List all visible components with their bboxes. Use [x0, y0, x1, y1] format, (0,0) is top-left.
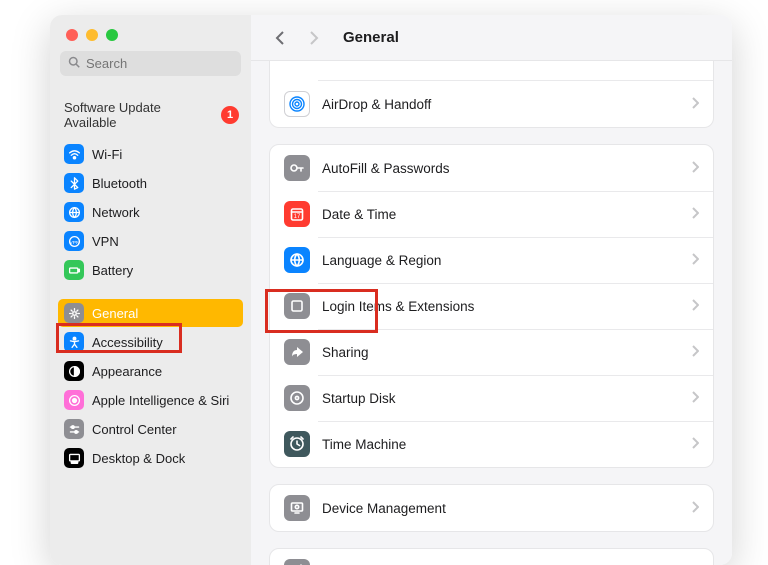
dock-icon [64, 448, 84, 468]
sidebar-item-control-center[interactable]: Control Center [58, 415, 243, 443]
row-device-management[interactable]: Device Management [270, 485, 713, 531]
row-label: Startup Disk [322, 391, 679, 406]
search-input[interactable] [86, 56, 262, 71]
sidebar-item-label: Appearance [92, 364, 162, 379]
sidebar-item-label: Control Center [92, 422, 177, 437]
settings-group: AirDrop & Handoff [269, 61, 714, 128]
row-language-region[interactable]: Language & Region [270, 237, 713, 283]
reset-icon [284, 559, 310, 565]
globe-icon [64, 202, 84, 222]
sidebar-item-appearance[interactable]: Appearance [58, 357, 243, 385]
appearance-icon [64, 361, 84, 381]
search-container [50, 51, 251, 82]
sidebar-item-bluetooth[interactable]: Bluetooth [58, 169, 243, 197]
chevron-right-icon [691, 299, 699, 314]
battery-icon [64, 260, 84, 280]
chevron-right-icon [691, 161, 699, 176]
chevron-right-icon [691, 391, 699, 406]
key-icon [284, 155, 310, 181]
svg-text:17: 17 [294, 214, 301, 220]
row-login-items-extensions[interactable]: Login Items & Extensions [270, 283, 713, 329]
row-time-machine[interactable]: Time Machine [270, 421, 713, 467]
chevron-right-icon [691, 501, 699, 516]
settings-group: Device Management [269, 484, 714, 532]
sidebar: Software Update Available 1 Wi-Fi Bluetoo… [50, 15, 251, 565]
update-badge: 1 [221, 106, 239, 124]
siri-icon [64, 390, 84, 410]
globe-icon [284, 247, 310, 273]
content-area: AirDrop & Handoff AutoFill & Passwords 17 D… [251, 61, 732, 565]
sidebar-item-label: General [92, 306, 138, 321]
row-label: Time Machine [322, 437, 679, 452]
settings-group: Transfer or Reset [269, 548, 714, 565]
row-label: Login Items & Extensions [322, 299, 679, 314]
software-update-label: Software Update Available [64, 100, 215, 130]
sidebar-item-label: Desktop & Dock [92, 451, 185, 466]
airdrop-icon [284, 91, 310, 117]
search-icon [68, 56, 80, 71]
page-title: General [343, 29, 399, 46]
traffic-lights [50, 15, 251, 51]
chevron-right-icon [691, 97, 699, 112]
access-icon [64, 332, 84, 352]
software-update-row[interactable]: Software Update Available 1 [50, 82, 251, 140]
sidebar-item-label: Bluetooth [92, 176, 147, 191]
row-label: Sharing [322, 345, 679, 360]
main-pane: General AirDrop & Handoff AutoFill & Pass… [251, 15, 732, 565]
chevron-right-icon [691, 207, 699, 222]
row-label: AirDrop & Handoff [322, 97, 679, 112]
sidebar-item-label: VPN [92, 234, 119, 249]
close-window-button[interactable] [66, 29, 78, 41]
row-startup-disk[interactable]: Startup Disk [270, 375, 713, 421]
row-label: Language & Region [322, 253, 679, 268]
sidebar-item-apple-intelligence-siri[interactable]: Apple Intelligence & Siri [58, 386, 243, 414]
chevron-right-icon [691, 345, 699, 360]
mgmt-icon [284, 495, 310, 521]
settings-group: AutoFill & Passwords 17 Date & Time Languag… [269, 144, 714, 468]
sidebar-item-vpn[interactable]: VPN VPN [58, 227, 243, 255]
sidebar-item-label: Accessibility [92, 335, 163, 350]
row-sharing[interactable]: Sharing [270, 329, 713, 375]
row-transfer-or-reset[interactable]: Transfer or Reset [270, 549, 713, 565]
topbar: General [251, 15, 732, 61]
row-date-time[interactable]: 17 Date & Time [270, 191, 713, 237]
disk-icon [284, 385, 310, 411]
sidebar-item-label: Apple Intelligence & Siri [92, 393, 229, 408]
gear-icon [64, 303, 84, 323]
row-airdrop-handoff[interactable]: AirDrop & Handoff [270, 81, 713, 127]
clock-icon [284, 431, 310, 457]
system-settings-window: Software Update Available 1 Wi-Fi Bluetoo… [50, 15, 732, 565]
sidebar-item-label: Battery [92, 263, 133, 278]
share-icon [284, 339, 310, 365]
forward-button[interactable] [303, 27, 325, 49]
sliders-icon [64, 419, 84, 439]
zoom-window-button[interactable] [106, 29, 118, 41]
sidebar-item-network[interactable]: Network [58, 198, 243, 226]
sidebar-item-battery[interactable]: Battery [58, 256, 243, 284]
row-label: Date & Time [322, 207, 679, 222]
sidebar-item-general[interactable]: General [58, 299, 243, 327]
sidebar-item-label: Wi-Fi [92, 147, 122, 162]
back-button[interactable] [269, 27, 291, 49]
sidebar-item-wi-fi[interactable]: Wi-Fi [58, 140, 243, 168]
wifi-icon [64, 144, 84, 164]
bluetooth-icon [64, 173, 84, 193]
sidebar-item-desktop-dock[interactable]: Desktop & Dock [58, 444, 243, 472]
row-label: Device Management [322, 501, 679, 516]
vpn-icon: VPN [64, 231, 84, 251]
row-autofill-passwords[interactable]: AutoFill & Passwords [270, 145, 713, 191]
search-field[interactable] [60, 51, 241, 76]
row-label: AutoFill & Passwords [322, 161, 679, 176]
sidebar-item-label: Network [92, 205, 140, 220]
sidebar-item-accessibility[interactable]: Accessibility [58, 328, 243, 356]
cal-icon: 17 [284, 201, 310, 227]
sidebar-list: Wi-Fi Bluetooth Network VPN VPN Battery Genera… [50, 140, 251, 492]
chevron-right-icon [691, 437, 699, 452]
minimize-window-button[interactable] [86, 29, 98, 41]
chevron-right-icon [691, 253, 699, 268]
svg-text:VPN: VPN [69, 239, 79, 245]
puzzle-icon [284, 293, 310, 319]
